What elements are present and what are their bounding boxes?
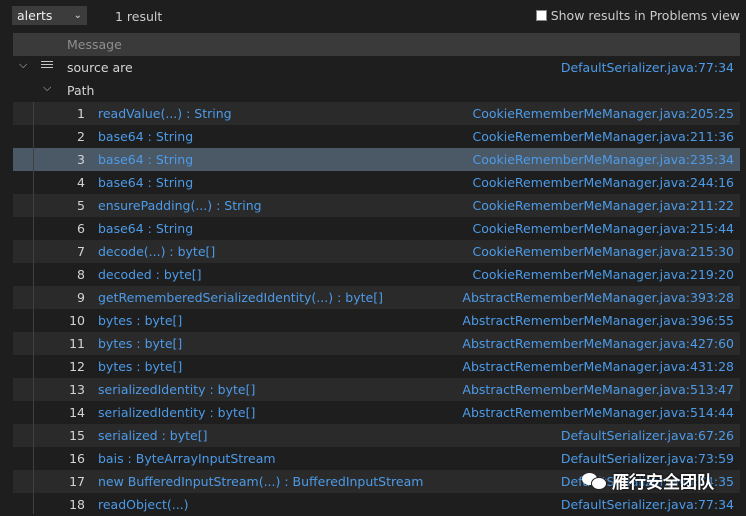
path-label: Path	[67, 83, 95, 98]
step-expression-link[interactable]: base64 : String	[98, 152, 193, 167]
step-location-link[interactable]: DefaultSerializer.java:73:59	[561, 451, 734, 466]
step-expression-link[interactable]: decode(...) : byte[]	[98, 244, 215, 259]
step-location-link[interactable]: AbstractRememberMeManager.java:393:28	[462, 290, 734, 305]
list-icon	[41, 61, 53, 72]
step-number: 10	[69, 313, 85, 328]
path-step-row[interactable]: 18 readObject(...) DefaultSerializer.java:…	[13, 493, 740, 516]
path-step-row[interactable]: 4 base64 : String CookieRememberMeManager.…	[13, 171, 740, 194]
path-step-row[interactable]: 1 readValue(...) : String CookieRememberMe…	[13, 102, 740, 125]
chevron-down-icon: ⌄	[73, 10, 82, 21]
step-number: 3	[77, 152, 85, 167]
step-expression-link[interactable]: base64 : String	[98, 221, 193, 236]
show-in-problems-toggle[interactable]: Show results in Problems view	[535, 8, 740, 23]
watermark: 雁行安全团队	[582, 466, 714, 494]
message-column-header: Message	[67, 37, 122, 52]
step-number: 17	[69, 474, 85, 489]
alert-message: source are	[67, 60, 133, 75]
wechat-logo-icon	[582, 470, 607, 490]
alert-location-link[interactable]: DefaultSerializer.java:77:34	[561, 60, 734, 75]
step-location-link[interactable]: CookieRememberMeManager.java:235:34	[472, 152, 734, 167]
path-row[interactable]: ⌵ Path	[13, 79, 740, 102]
step-number: 13	[69, 382, 85, 397]
step-location-link[interactable]: AbstractRememberMeManager.java:431:28	[462, 359, 734, 374]
step-expression-link[interactable]: new BufferedInputStream(...) : BufferedI…	[98, 474, 423, 489]
step-number: 7	[77, 244, 85, 259]
step-location-link[interactable]: AbstractRememberMeManager.java:514:44	[462, 405, 734, 420]
path-step-row[interactable]: 3 base64 : String CookieRememberMeManager.…	[13, 148, 740, 171]
path-step-row[interactable]: 8 decoded : byte[] CookieRememberMeManager…	[13, 263, 740, 286]
step-location-link[interactable]: AbstractRememberMeManager.java:427:60	[462, 336, 734, 351]
path-step-row[interactable]: 11 bytes : byte[] AbstractRememberMeManage…	[13, 332, 740, 355]
path-steps: 1 readValue(...) : String CookieRememberMe…	[13, 102, 740, 516]
step-location-link[interactable]: CookieRememberMeManager.java:215:30	[472, 244, 734, 259]
step-number: 8	[77, 267, 85, 282]
step-expression-link[interactable]: readObject(...)	[98, 497, 189, 512]
step-location-link[interactable]: DefaultSerializer.java:77:34	[561, 497, 734, 512]
step-location-link[interactable]: CookieRememberMeManager.java:219:20	[472, 267, 734, 282]
step-number: 6	[77, 221, 85, 236]
results-table: Message ⌵ source are DefaultSerializer.j…	[13, 33, 740, 516]
step-expression-link[interactable]: bais : ByteArrayInputStream	[98, 451, 276, 466]
step-number: 11	[69, 336, 85, 351]
checkbox-icon[interactable]	[535, 10, 547, 21]
toolbar: alerts ⌄ 1 result Show results in Proble…	[0, 0, 746, 32]
step-number: 5	[77, 198, 85, 213]
step-number: 9	[77, 290, 85, 305]
step-expression-link[interactable]: bytes : byte[]	[98, 336, 182, 351]
chevron-down-icon[interactable]: ⌵	[43, 81, 51, 95]
table-header: Message	[13, 33, 740, 56]
step-expression-link[interactable]: readValue(...) : String	[98, 106, 232, 121]
step-number: 2	[77, 129, 85, 144]
path-step-row[interactable]: 6 base64 : String CookieRememberMeManager.…	[13, 217, 740, 240]
path-step-row[interactable]: 2 base64 : String CookieRememberMeManager.…	[13, 125, 740, 148]
step-number: 15	[69, 428, 85, 443]
path-step-row[interactable]: 15 serialized : byte[] DefaultSerializer.j…	[13, 424, 740, 447]
path-step-row[interactable]: 9 getRememberedSerializedIdentity(...) : …	[13, 286, 740, 309]
step-number: 18	[69, 497, 85, 512]
step-expression-link[interactable]: serializedIdentity : byte[]	[98, 382, 255, 397]
tree-indent-guide	[33, 102, 34, 514]
result-count: 1 result	[115, 9, 163, 24]
step-expression-link[interactable]: decoded : byte[]	[98, 267, 202, 282]
path-step-row[interactable]: 5 ensurePadding(...) : String CookieRememb…	[13, 194, 740, 217]
alerts-select-value: alerts	[17, 8, 53, 23]
step-expression-link[interactable]: base64 : String	[98, 175, 193, 190]
step-location-link[interactable]: CookieRememberMeManager.java:215:44	[472, 221, 734, 236]
step-expression-link[interactable]: ensurePadding(...) : String	[98, 198, 262, 213]
step-expression-link[interactable]: bytes : byte[]	[98, 359, 182, 374]
step-expression-link[interactable]: base64 : String	[98, 129, 193, 144]
path-step-row[interactable]: 7 decode(...) : byte[] CookieRememberMeMan…	[13, 240, 740, 263]
step-number: 14	[69, 405, 85, 420]
step-location-link[interactable]: AbstractRememberMeManager.java:513:47	[462, 382, 734, 397]
chevron-down-icon[interactable]: ⌵	[19, 58, 27, 72]
step-location-link[interactable]: AbstractRememberMeManager.java:396:55	[462, 313, 734, 328]
step-number: 4	[77, 175, 85, 190]
step-location-link[interactable]: CookieRememberMeManager.java:244:16	[472, 175, 734, 190]
step-number: 12	[69, 359, 85, 374]
alert-row[interactable]: ⌵ source are DefaultSerializer.java:77:3…	[13, 56, 740, 79]
step-expression-link[interactable]: getRememberedSerializedIdentity(...) : b…	[98, 290, 383, 305]
path-step-row[interactable]: 13 serializedIdentity : byte[] AbstractRem…	[13, 378, 740, 401]
alerts-select[interactable]: alerts ⌄	[12, 6, 87, 25]
problems-label: Show results in Problems view	[550, 8, 740, 23]
step-number: 1	[77, 106, 85, 121]
watermark-text: 雁行安全团队	[612, 472, 714, 493]
step-location-link[interactable]: CookieRememberMeManager.java:211:36	[472, 129, 734, 144]
path-step-row[interactable]: 14 serializedIdentity : byte[] AbstractRem…	[13, 401, 740, 424]
step-expression-link[interactable]: bytes : byte[]	[98, 313, 182, 328]
step-location-link[interactable]: CookieRememberMeManager.java:205:25	[472, 106, 734, 121]
step-expression-link[interactable]: serializedIdentity : byte[]	[98, 405, 255, 420]
step-location-link[interactable]: DefaultSerializer.java:67:26	[561, 428, 734, 443]
path-step-row[interactable]: 12 bytes : byte[] AbstractRememberMeManage…	[13, 355, 740, 378]
step-location-link[interactable]: CookieRememberMeManager.java:211:22	[472, 198, 734, 213]
step-expression-link[interactable]: serialized : byte[]	[98, 428, 207, 443]
step-number: 16	[69, 451, 85, 466]
path-step-row[interactable]: 10 bytes : byte[] AbstractRememberMeManage…	[13, 309, 740, 332]
